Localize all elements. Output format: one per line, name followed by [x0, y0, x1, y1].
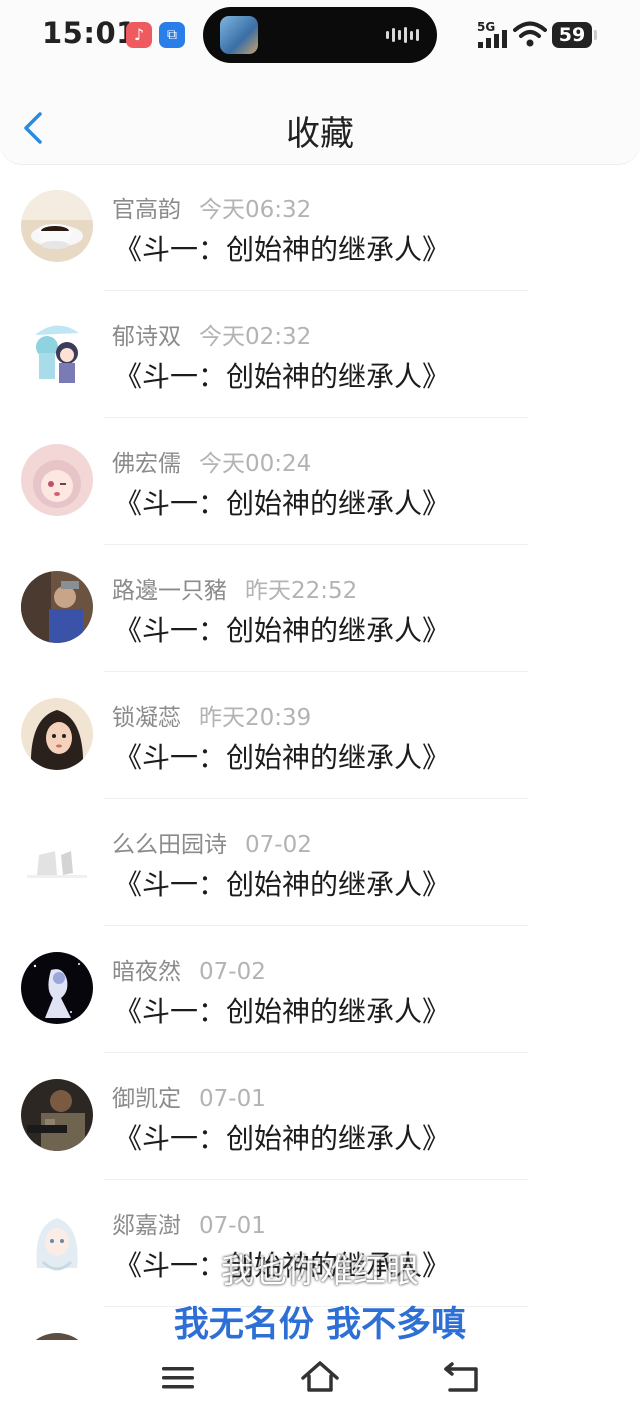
favorite-time: 07-02	[199, 959, 266, 985]
back-arrow-icon[interactable]	[442, 1358, 482, 1398]
favorite-time: 今天06:32	[199, 197, 312, 223]
screen-cast-icon: ⧉	[159, 22, 185, 48]
photo-person-avatar[interactable]	[21, 571, 93, 643]
menu-icon[interactable]	[158, 1358, 198, 1398]
music-app-icon: ♪	[126, 22, 152, 48]
user-name: 佛宏儒 今天00:24	[112, 451, 312, 477]
list-item[interactable]: 锁凝蕊 昨天20:39 《斗一：创始神的继承人》	[0, 672, 640, 799]
favorite-time: 昨天22:52	[245, 578, 358, 604]
blank-white-avatar[interactable]	[21, 825, 93, 897]
list-item[interactable]: 御凯定 07-01 《斗一：创始神的继承人》	[0, 1053, 640, 1180]
audio-wave-icon	[386, 27, 419, 43]
page-title: 收藏	[286, 114, 354, 154]
girl-portrait-avatar[interactable]	[21, 698, 93, 770]
user-name: 锁凝蕊 昨天20:39	[112, 705, 312, 731]
dark-night-figure-avatar[interactable]	[21, 952, 93, 1024]
coffee-cup-avatar[interactable]	[21, 190, 93, 262]
user-name: 路邊一只豬 昨天22:52	[112, 578, 358, 604]
status-time: 15:01	[42, 16, 137, 50]
favorite-time: 今天00:24	[199, 451, 312, 477]
subtitle-line-1: 我也你难红眼	[221, 1251, 419, 1290]
book-title: 《斗一：创始神的继承人》	[114, 233, 451, 266]
anime-girls-umbrella-avatar[interactable]	[21, 317, 93, 389]
favorite-time: 07-01	[199, 1213, 266, 1239]
book-title: 《斗一：创始神的继承人》	[114, 614, 451, 647]
user-name: 郯嘉澍 07-01	[112, 1213, 266, 1239]
book-title: 《斗一：创始神的继承人》	[114, 1122, 451, 1155]
book-title: 《斗一：创始神的继承人》	[114, 487, 451, 520]
list-item[interactable]: 暗夜然 07-02 《斗一：创始神的继承人》	[0, 926, 640, 1053]
status-bar: 15:01 ♪ ⧉ 5G 59	[0, 0, 640, 76]
book-title: 《斗一：创始神的继承人》	[114, 360, 451, 393]
user-name: 暗夜然 07-02	[112, 959, 266, 985]
now-playing-thumbnail	[220, 16, 258, 54]
favorite-time: 昨天20:39	[199, 705, 312, 731]
home-icon[interactable]	[300, 1358, 340, 1398]
list-item[interactable]: 官高韵 今天06:32 《斗一：创始神的继承人》	[0, 164, 640, 291]
user-name: 郁诗双 今天02:32	[112, 324, 312, 350]
wifi-icon	[513, 21, 547, 47]
list-item[interactable]: 么么田园诗 07-02 《斗一：创始神的继承人》	[0, 799, 640, 926]
system-nav-bar	[0, 1340, 640, 1415]
signal-icon	[478, 30, 507, 48]
list-item[interactable]: 郁诗双 今天02:32 《斗一：创始神的继承人》	[0, 291, 640, 418]
anime-girl-wink-avatar[interactable]	[21, 444, 93, 516]
list-item[interactable]: 佛宏儒 今天00:24 《斗一：创始神的继承人》	[0, 418, 640, 545]
battery-indicator: 59	[552, 22, 597, 48]
list-item[interactable]: 路邊一只豬 昨天22:52 《斗一：创始神的继承人》	[0, 545, 640, 672]
user-name: 官高韵 今天06:32	[112, 197, 312, 223]
user-name: 么么田园诗 07-02	[112, 832, 312, 858]
favorite-time: 07-02	[245, 832, 312, 858]
user-name: 御凯定 07-01	[112, 1086, 266, 1112]
favorites-list: 官高韵 今天06:32 《斗一：创始神的继承人》 郁诗双 今天02:32 《斗一：创…	[0, 164, 640, 1340]
book-title: 《斗一：创始神的继承人》	[114, 868, 451, 901]
favorite-time: 今天02:32	[199, 324, 312, 350]
book-title: 《斗一：创始神的继承人》	[114, 741, 451, 774]
soldier-avatar[interactable]	[21, 1079, 93, 1151]
dynamic-island[interactable]	[203, 7, 437, 63]
book-title: 《斗一：创始神的继承人》	[114, 995, 451, 1028]
nav-bar: 收藏	[0, 76, 640, 164]
favorite-time: 07-01	[199, 1086, 266, 1112]
